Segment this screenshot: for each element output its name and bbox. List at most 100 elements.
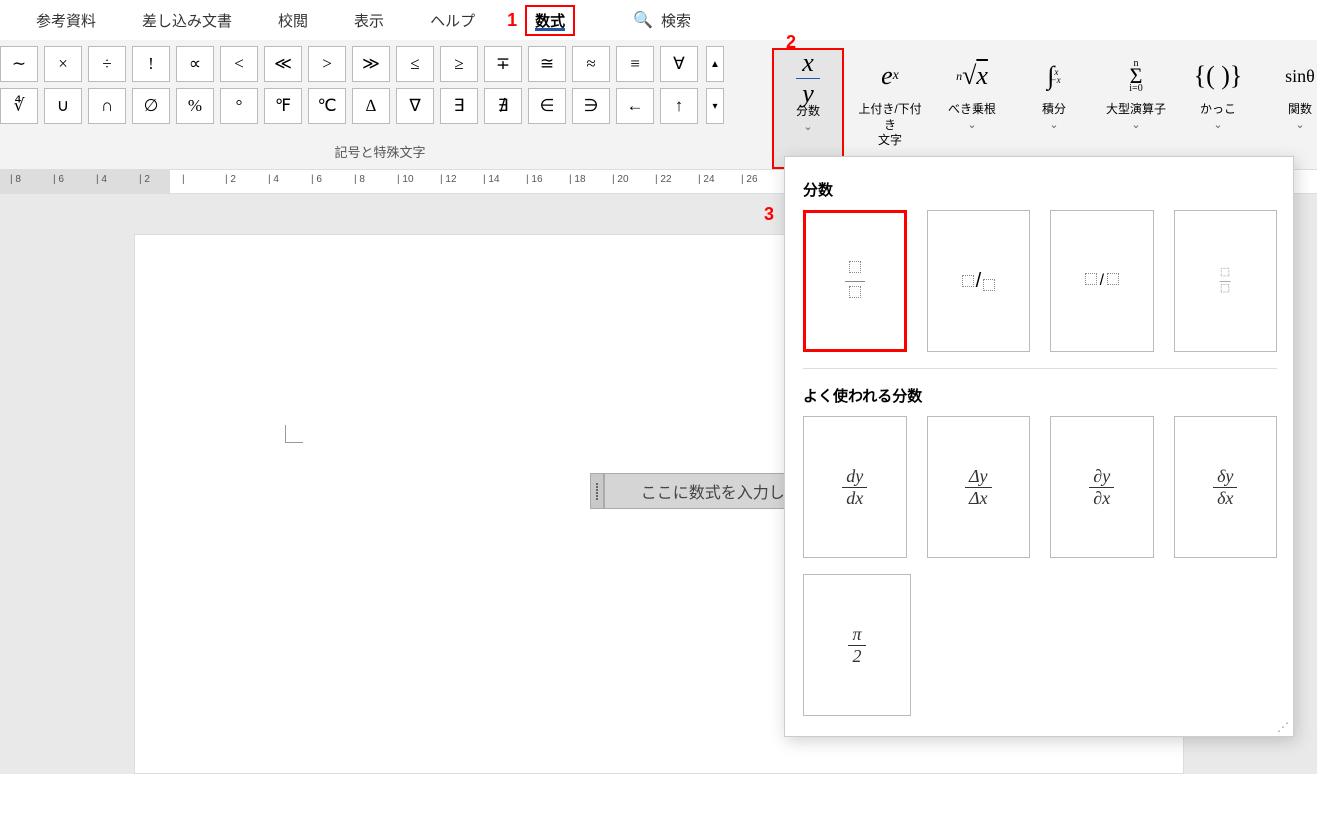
symbol[interactable]: ° (220, 88, 258, 124)
search-label: 検索 (661, 10, 691, 31)
symbol[interactable]: ∓ (484, 46, 522, 82)
symbol[interactable]: ≤ (396, 46, 434, 82)
fraction-small[interactable] (1174, 210, 1277, 352)
ruler-tick: | 8 (354, 174, 365, 185)
symbol[interactable]: ! (132, 46, 170, 82)
callout-2: 2 (786, 32, 796, 53)
symbol[interactable]: ≅ (528, 46, 566, 82)
symbol[interactable]: ∝ (176, 46, 214, 82)
ruler-tick: | 14 (483, 174, 500, 185)
script-label: 上付き/下付き 文字 (856, 102, 924, 149)
function-icon: sinθ (1285, 52, 1315, 100)
symbol-row-1: ∼ × ÷ ! ∝ < ≪ > ≫ ≤ ≥ ∓ ≅ ≈ ≡ ∀ ▲ (0, 46, 760, 82)
largeop-label: 大型演算子 (1106, 102, 1166, 118)
symbol[interactable]: > (308, 46, 346, 82)
fraction-pi-2[interactable]: π2 (803, 574, 911, 716)
symbol[interactable]: ∄ (484, 88, 522, 124)
ribbon: ∼ × ÷ ! ∝ < ≪ > ≫ ≤ ≥ ∓ ≅ ≈ ≡ ∀ ▲ (0, 40, 1317, 170)
chevron-down-icon: ⌄ (1131, 118, 1140, 131)
symbol[interactable]: % (176, 88, 214, 124)
symbol[interactable]: ≡ (616, 46, 654, 82)
tab-equation[interactable]: 数式 (525, 5, 575, 36)
bracket-icon: {( )} (1194, 52, 1243, 100)
struct-largeop[interactable]: nΣi=0 大型演算子 ⌄ (1100, 48, 1172, 169)
symbol[interactable]: ≈ (572, 46, 610, 82)
ruler-tick: | 12 (440, 174, 457, 185)
fraction-delta-y-x[interactable]: δyδx (1174, 416, 1278, 558)
fraction-label: 分数 (796, 104, 820, 120)
function-label: 関数 (1288, 102, 1312, 118)
tab-mailings[interactable]: 差し込み文書 (138, 4, 236, 37)
ruler-tick: | 16 (526, 174, 543, 185)
symbol-more[interactable]: ▾ (706, 88, 724, 124)
radical-icon: n√x (956, 52, 988, 100)
symbol[interactable]: ∋ (572, 88, 610, 124)
radical-label: べき乗根 (948, 102, 996, 118)
symbol[interactable]: ∅ (132, 88, 170, 124)
tab-review[interactable]: 校閲 (274, 4, 312, 37)
tab-help[interactable]: ヘルプ (426, 4, 479, 37)
struct-radical[interactable]: n√x べき乗根 ⌄ (936, 48, 1008, 169)
fraction-icon: xy (796, 54, 820, 102)
fraction-dy-dx[interactable]: dydx (803, 416, 907, 558)
symbol[interactable]: ≫ (352, 46, 390, 82)
symbol[interactable]: ÷ (88, 46, 126, 82)
symbol[interactable]: ↑ (660, 88, 698, 124)
struct-integral[interactable]: ∫x−x 積分 ⌄ (1018, 48, 1090, 169)
chevron-down-icon: ⌄ (803, 120, 812, 133)
dd-section-common-title: よく使われる分数 (803, 385, 1277, 406)
ruler-tick: | 8 (10, 174, 21, 185)
equation-move-handle[interactable] (590, 473, 604, 509)
symbol-scroll-up[interactable]: ▲ (706, 46, 724, 82)
fraction-Dy-Dx[interactable]: ΔyΔx (927, 416, 1031, 558)
fraction-partial-y-x[interactable]: ∂y∂x (1050, 416, 1154, 558)
symbol[interactable]: ∩ (88, 88, 126, 124)
symbols-group-label: 記号と特殊文字 (0, 142, 760, 161)
margin-mark (285, 425, 303, 443)
symbol[interactable]: ← (616, 88, 654, 124)
symbol[interactable]: < (220, 46, 258, 82)
symbol[interactable]: × (44, 46, 82, 82)
callout-1: 1 (507, 10, 517, 31)
script-icon: ex (881, 52, 899, 100)
symbol[interactable]: ≪ (264, 46, 302, 82)
ruler-tick: | 2 (225, 174, 236, 185)
callout-3: 3 (764, 204, 774, 225)
symbol[interactable]: ℉ (264, 88, 302, 124)
symbol[interactable]: ∼ (0, 46, 38, 82)
tab-references[interactable]: 参考資料 (32, 4, 100, 37)
fraction-dropdown: 分数 / / よく使われる分数 dydx ΔyΔx ∂y∂x δyδx π (784, 156, 1294, 737)
resize-grip-icon[interactable]: ⋰ (1277, 720, 1289, 734)
ruler-tick: | 10 (397, 174, 414, 185)
fraction-linear[interactable]: / (1050, 210, 1153, 352)
symbol[interactable]: ∇ (396, 88, 434, 124)
ribbon-tabs: 参考資料 差し込み文書 校閲 表示 ヘルプ 1 数式 🔍 検索 (0, 0, 1317, 40)
dd-section-fraction-title: 分数 (803, 179, 1277, 200)
symbol[interactable]: ≥ (440, 46, 478, 82)
symbol[interactable]: ∈ (528, 88, 566, 124)
search[interactable]: 🔍 検索 (633, 10, 691, 31)
symbol[interactable]: ∀ (660, 46, 698, 82)
chevron-down-icon: ⌄ (1049, 118, 1058, 131)
ruler-tick: | 24 (698, 174, 715, 185)
symbol[interactable]: ∪ (44, 88, 82, 124)
ruler-tick: | 4 (96, 174, 107, 185)
fraction-stacked[interactable] (803, 210, 907, 352)
bracket-label: かっこ (1200, 102, 1236, 118)
tab-view[interactable]: 表示 (350, 4, 388, 37)
dropdown-separator (803, 368, 1277, 369)
struct-script[interactable]: ex 上付き/下付き 文字 ⌄ (854, 48, 926, 169)
struct-fraction[interactable]: xy 分数 ⌄ (772, 48, 844, 169)
struct-bracket[interactable]: {( )} かっこ ⌄ (1182, 48, 1254, 169)
ruler-tick: | 20 (612, 174, 629, 185)
symbol[interactable]: ∃ (440, 88, 478, 124)
struct-function[interactable]: sinθ 関数 ⌄ (1264, 48, 1317, 169)
symbol[interactable]: ℃ (308, 88, 346, 124)
fraction-skewed[interactable]: / (927, 210, 1030, 352)
symbol[interactable]: ∜ (0, 88, 38, 124)
symbol[interactable]: ∆ (352, 88, 390, 124)
ruler-tick: | 22 (655, 174, 672, 185)
integral-label: 積分 (1042, 102, 1066, 118)
ruler-tick: | 26 (741, 174, 758, 185)
structures-group: xy 分数 ⌄ ex 上付き/下付き 文字 ⌄ n√x べき乗根 ⌄ ∫x−x … (760, 40, 1317, 169)
